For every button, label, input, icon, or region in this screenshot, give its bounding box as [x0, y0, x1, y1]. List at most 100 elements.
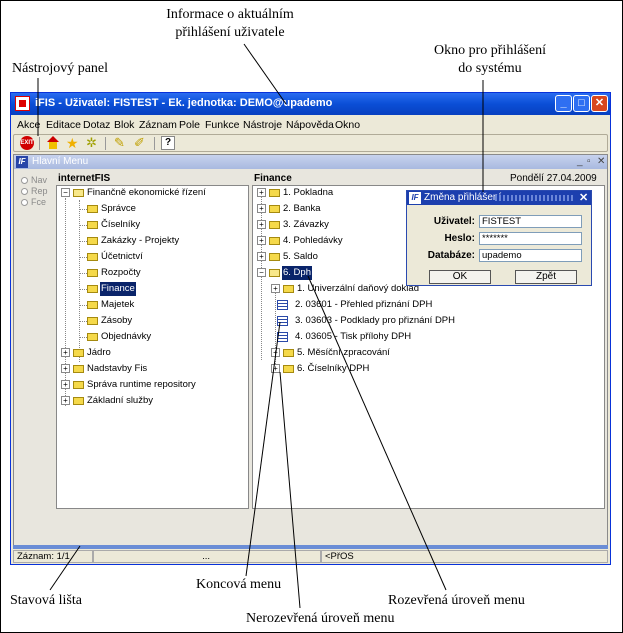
menu-editace[interactable]: Editace	[46, 119, 81, 131]
menu-pole[interactable]: Pole	[179, 119, 200, 131]
database-field[interactable]	[479, 249, 582, 262]
expand-icon[interactable]: +	[271, 284, 280, 293]
help-icon[interactable]: ?	[161, 136, 175, 150]
tree-leaf-label: 2. 03601 - Přehled přiznání DPH	[295, 299, 433, 310]
folder-icon	[87, 317, 98, 325]
expand-icon[interactable]: +	[271, 348, 280, 357]
gear-icon[interactable]: ✲	[86, 136, 100, 150]
annotation-statusbar: Stavová lišta	[10, 593, 82, 608]
home-icon[interactable]	[46, 136, 60, 150]
password-field[interactable]	[479, 232, 582, 245]
back-button[interactable]: Zpět	[515, 270, 577, 284]
radio-rep[interactable]: Rep	[20, 186, 48, 197]
restore-icon[interactable]: ▫	[587, 156, 591, 167]
exit-icon[interactable]: EXIT	[20, 136, 34, 150]
annotation-login-window: Okno pro přihlášení do systému	[410, 42, 570, 78]
folder-icon	[269, 221, 280, 229]
annotation-toolbar: Nástrojový panel	[12, 61, 109, 76]
expand-icon[interactable]: +	[257, 252, 266, 261]
menu-akce[interactable]: Akce	[17, 119, 40, 131]
annotation-login-info-line2: přihlášení uživatele	[175, 25, 285, 40]
expand-icon[interactable]: +	[61, 364, 70, 373]
folder-icon	[87, 301, 98, 309]
brush-icon[interactable]: ✐	[134, 136, 148, 150]
tree-leaf-label: 3. 03603 - Podklady pro přiznání DPH	[295, 315, 456, 326]
minimize-icon[interactable]: _	[577, 156, 583, 167]
pen-icon[interactable]: ✎	[114, 136, 128, 150]
menu-napoveda[interactable]: Nápověda	[286, 119, 334, 131]
folder-icon	[73, 397, 84, 405]
expand-icon[interactable]: +	[257, 204, 266, 213]
status-separator-band	[13, 545, 608, 549]
expand-icon[interactable]: +	[257, 236, 266, 245]
annotation-login-info-line1: Informace o aktuálním	[166, 7, 294, 22]
tree-leaf-label: Rozpočty	[101, 267, 141, 278]
status-mode: <PřOS	[321, 550, 608, 563]
toolbar-separator	[105, 137, 106, 150]
ifis-window: iFIS - Uživatel: FISTEST - Ek. jednotka:…	[10, 92, 611, 565]
radio-nav[interactable]: Nav	[20, 175, 48, 186]
expand-icon[interactable]: +	[257, 188, 266, 197]
folder-icon	[87, 285, 98, 293]
folder-icon	[73, 381, 84, 389]
menu-blok[interactable]: Blok	[114, 119, 134, 131]
folder-icon	[269, 205, 280, 213]
ifis-logo-icon: IF	[409, 192, 421, 204]
star-icon[interactable]: ★	[66, 136, 80, 150]
menu-dotaz[interactable]: Dotaz	[83, 119, 110, 131]
password-label: Heslo:	[444, 233, 475, 244]
menu-zaznam[interactable]: Záznam	[139, 119, 177, 131]
radio-fce[interactable]: Fce	[20, 197, 48, 208]
tree-leaf-label: Zásoby	[101, 315, 133, 326]
tree-node-label: 1. Pokladna	[283, 187, 334, 198]
collapse-icon[interactable]: −	[61, 188, 70, 197]
folder-icon	[73, 349, 84, 357]
tree-node-label: Správa runtime repository	[87, 379, 196, 390]
folder-open-icon	[269, 269, 280, 277]
expand-icon[interactable]: +	[257, 220, 266, 229]
tree-leaf-label: 4. 03605 - Tisk přílohy DPH	[295, 331, 412, 342]
menu-funkce[interactable]: Funkce	[205, 119, 239, 131]
close-button[interactable]: ✕	[591, 95, 608, 112]
window-titlebar[interactable]: iFIS - Uživatel: FISTEST - Ek. jednotka:…	[11, 93, 610, 115]
side-radio-group: Nav Rep Fce	[20, 175, 48, 208]
tree-leaf-label: Majetek	[101, 299, 135, 310]
expand-icon[interactable]: +	[61, 396, 70, 405]
tree-node-label: 5. Saldo	[283, 251, 318, 262]
user-field[interactable]	[479, 215, 582, 228]
collapse-icon[interactable]: −	[257, 268, 266, 277]
folder-icon	[87, 253, 98, 261]
database-label: Databáze:	[427, 250, 475, 261]
expand-icon[interactable]: +	[271, 364, 280, 373]
close-icon[interactable]: ✕	[597, 156, 605, 167]
main-menu-title: Hlavní Menu	[32, 156, 89, 167]
minimize-button[interactable]: _	[555, 95, 572, 112]
maximize-button[interactable]: □	[573, 95, 590, 112]
login-dialog: IF Změna přihlášení ✕ Uživatel: Heslo: D…	[406, 190, 592, 286]
annotation-login-info: Informace o aktuálním přihlášení uživate…	[120, 6, 340, 42]
ok-button[interactable]: OK	[429, 270, 491, 284]
login-dialog-titlebar[interactable]: IF Změna přihlášení ✕	[407, 191, 591, 205]
folder-icon	[87, 269, 98, 277]
tree-node-label: Základní služby	[87, 395, 154, 406]
toolbar-separator	[39, 137, 40, 150]
tree-node-label: 2. Banka	[283, 203, 321, 214]
folder-icon	[73, 365, 84, 373]
login-dialog-title: Změna přihlášení	[424, 192, 502, 203]
close-icon[interactable]: ✕	[579, 191, 588, 204]
main-menu-titlebar: IF Hlavní Menu _ ▫ ✕	[14, 155, 607, 169]
tree-node-label: 5. Měsíční zpracování	[297, 347, 390, 358]
folder-icon	[283, 365, 294, 373]
menu-nastroje[interactable]: Nástroje	[243, 119, 282, 131]
annotation-leaf-menu: Koncová menu	[196, 577, 282, 592]
menu-okno[interactable]: Okno	[335, 119, 360, 131]
report-icon	[277, 316, 288, 326]
tree-leaf-label: Účetnictví	[101, 251, 143, 262]
tree-node-label: Finančně ekonomické řízení	[87, 187, 206, 198]
expand-icon[interactable]: +	[61, 380, 70, 389]
user-label: Uživatel:	[433, 216, 475, 227]
expand-icon[interactable]: +	[61, 348, 70, 357]
folder-open-icon	[73, 189, 84, 197]
date-label: Pondělí 27.04.2009	[510, 173, 597, 184]
folder-icon	[269, 253, 280, 261]
